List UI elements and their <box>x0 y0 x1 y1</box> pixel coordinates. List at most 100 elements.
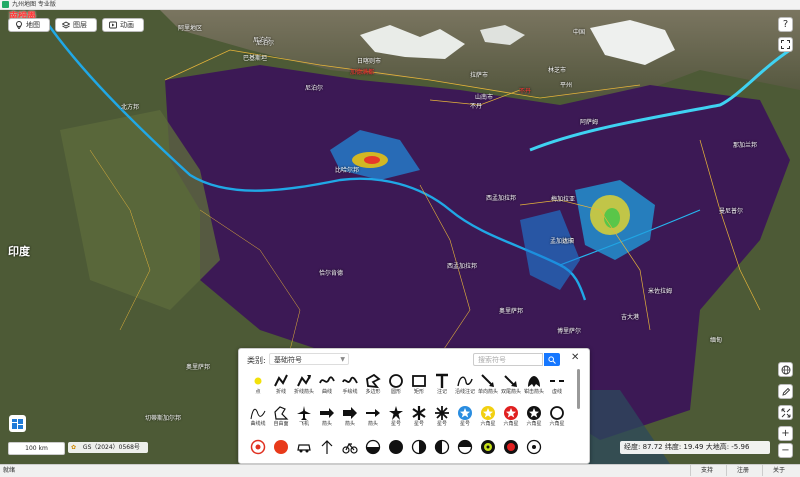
symbol-glyph-icon <box>481 374 494 387</box>
symbol-item[interactable]: 六角星 <box>523 405 545 433</box>
symbol-item[interactable] <box>339 439 361 467</box>
symbol-item[interactable] <box>454 439 476 467</box>
place-label: 比哈尔邦 <box>335 167 360 174</box>
close-icon[interactable]: ✕ <box>571 352 579 363</box>
symbol-item[interactable]: 曲线线 <box>247 405 269 433</box>
symbol-item[interactable] <box>316 439 338 467</box>
globe-button[interactable] <box>778 362 793 377</box>
symbol-item[interactable]: 曲线 <box>316 373 338 401</box>
symbol-item[interactable] <box>431 439 453 467</box>
pencil-icon <box>781 387 790 396</box>
symbol-item[interactable]: 矩形 <box>408 373 430 401</box>
symbol-label: 星号 <box>390 421 401 427</box>
symbol-glyph-icon <box>504 406 518 420</box>
place-label: 西孟加拉邦 <box>486 195 517 202</box>
symbol-label: 折线 <box>275 389 286 395</box>
copyright-text: GS（2024）0568号 <box>82 444 140 451</box>
capital-label: 加德满都 <box>350 69 375 76</box>
symbol-item[interactable]: 沿线注记 <box>454 373 476 401</box>
symbol-item[interactable]: 星号 <box>431 405 453 433</box>
symbol-glyph-icon <box>434 439 450 455</box>
globe-icon <box>781 365 790 374</box>
layer-button[interactable]: 图层 <box>55 18 97 32</box>
symbol-glyph-icon <box>412 406 426 420</box>
symbol-glyph-icon <box>319 376 335 384</box>
symbol-item[interactable]: 自由面 <box>270 405 292 433</box>
symbol-label: 沿线注记 <box>454 389 475 395</box>
register-button[interactable]: 注册 <box>726 465 759 476</box>
symbol-item[interactable]: 箭头 <box>339 405 361 433</box>
symbol-label: 钳击箭头 <box>523 389 544 395</box>
symbol-label: 星号 <box>436 421 447 427</box>
symbol-item[interactable]: 六角星 <box>546 405 568 433</box>
help-button[interactable]: ? <box>778 17 793 32</box>
symbol-item[interactable] <box>270 439 292 467</box>
film-icon <box>109 21 117 29</box>
panel-scrollbar[interactable] <box>577 369 580 409</box>
category-select[interactable]: 基础符号 ▼ <box>269 353 349 365</box>
draw-button[interactable] <box>778 384 793 399</box>
symbol-glyph-icon <box>274 406 289 420</box>
symbol-item[interactable]: 箭头 <box>362 405 384 433</box>
symbol-item[interactable]: 点 <box>247 373 269 401</box>
zoom-out-button[interactable]: − <box>778 443 793 458</box>
symbol-label: 多边形 <box>365 389 381 395</box>
zoom-in-button[interactable]: + <box>778 426 793 441</box>
symbol-item[interactable]: 箭头 <box>316 405 338 433</box>
symbol-item[interactable]: 六角星 <box>477 405 499 433</box>
symbol-item[interactable]: 多边形 <box>362 373 384 401</box>
symbol-item[interactable]: 虚线 <box>546 373 568 401</box>
minus-icon: − <box>781 445 790 456</box>
symbol-item[interactable]: 单向箭头 <box>477 373 499 401</box>
symbol-glyph-icon <box>250 408 266 420</box>
symbol-label: 六角星 <box>503 421 519 427</box>
symbol-glyph-icon <box>366 409 380 417</box>
symbol-item[interactable]: 双尾箭头 <box>500 373 522 401</box>
symbol-label: 矩形 <box>413 389 424 395</box>
status-bar: 就绪 支持 注册 关于 <box>0 464 800 477</box>
animation-button[interactable]: 动画 <box>102 18 144 32</box>
symbol-item[interactable]: 注记 <box>431 373 453 401</box>
symbol-item[interactable] <box>385 439 407 467</box>
place-label: 缅甸 <box>710 337 723 344</box>
symbol-item[interactable]: 星号 <box>454 405 476 433</box>
map-button[interactable]: 地图 <box>8 18 50 32</box>
about-button[interactable]: 关于 <box>762 465 795 476</box>
symbol-item[interactable] <box>362 439 384 467</box>
symbol-label: 折线箭头 <box>293 389 314 395</box>
symbol-item[interactable]: 星号 <box>408 405 430 433</box>
symbol-item[interactable]: 钳击箭头 <box>523 373 545 401</box>
symbol-item[interactable]: 折线 <box>270 373 292 401</box>
symbol-item[interactable] <box>293 439 315 467</box>
symbol-search-input[interactable]: 搜索符号 <box>473 353 543 366</box>
place-label: 米佐拉姆 <box>648 288 673 295</box>
symbol-item[interactable] <box>247 439 269 467</box>
symbol-item[interactable] <box>500 439 522 467</box>
place-label: 尼泊尔 <box>305 85 324 92</box>
symbol-item[interactable]: 六角星 <box>500 405 522 433</box>
symbol-label: 箭头 <box>321 421 332 427</box>
symbol-glyph-icon <box>528 376 540 387</box>
full-extent-button[interactable] <box>778 405 793 420</box>
scale-bar: 100 km <box>8 442 65 455</box>
symbol-item[interactable]: 折线箭头 <box>293 373 315 401</box>
search-button[interactable] <box>544 353 560 366</box>
symbol-glyph-icon <box>550 380 564 382</box>
layer-button-label: 图层 <box>73 21 87 29</box>
symbol-label: 单向箭头 <box>477 389 498 395</box>
symbol-item[interactable] <box>408 439 430 467</box>
symbol-item[interactable] <box>523 439 545 467</box>
symbol-item[interactable]: 飞机 <box>293 405 315 433</box>
symbol-item[interactable] <box>477 439 499 467</box>
basemap-switcher[interactable] <box>9 415 26 432</box>
support-button[interactable]: 支持 <box>690 465 723 476</box>
symbol-item[interactable]: 手绘线 <box>339 373 361 401</box>
symbol-label: 手绘线 <box>342 389 358 395</box>
fullscreen-toggle[interactable] <box>778 37 793 52</box>
place-label: 不丹 <box>470 103 483 110</box>
symbol-item[interactable]: 星号 <box>385 405 407 433</box>
place-label: 平州 <box>560 82 573 89</box>
map-button-label: 地图 <box>26 21 40 29</box>
place-label: 阿萨姆 <box>580 119 599 126</box>
symbol-item[interactable]: 圆形 <box>385 373 407 401</box>
